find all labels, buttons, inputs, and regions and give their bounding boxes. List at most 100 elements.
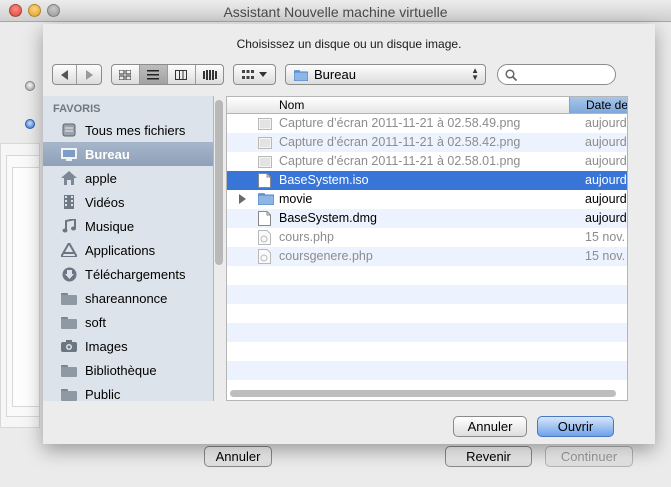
file-row[interactable]: Capture d’écran 2011-11-21 à 02.58.49.pn… [227, 114, 627, 133]
file-date: aujourd [585, 154, 627, 168]
search-field[interactable] [497, 64, 616, 85]
assistant-continue-button: Continuer [545, 446, 633, 467]
column-view-icon [175, 69, 187, 80]
column-header: Nom Date de [227, 97, 627, 114]
search-input[interactable] [520, 67, 610, 82]
empty-row [227, 342, 627, 361]
back-button[interactable] [53, 65, 77, 84]
location-label: Bureau [314, 67, 356, 82]
folder-icon [61, 290, 77, 306]
column-name-header[interactable]: Nom [279, 98, 304, 112]
sidebar-item-label: soft [85, 314, 106, 330]
file-row[interactable]: BaseSystem.iso aujourd [227, 171, 627, 190]
title-bar: Assistant Nouvelle machine virtuelle [0, 0, 671, 22]
sidebar-item-public[interactable]: Public [43, 382, 213, 401]
open-file-sheet: Choisissez un disque ou un disque image. [43, 24, 655, 444]
disk-stack-illustration [0, 143, 42, 443]
file-row[interactable]: Capture d’écran 2011-11-21 à 02.58.42.pn… [227, 133, 627, 152]
file-row[interactable]: BaseSystem.dmg aujourd [227, 209, 627, 228]
column-view-button[interactable] [168, 65, 196, 84]
file-row[interactable]: Capture d’écran 2011-11-21 à 02.58.01.pn… [227, 152, 627, 171]
location-popup[interactable]: Bureau ▲ ▼ [285, 64, 486, 85]
file-name: Capture d’écran 2011-11-21 à 02.58.01.pn… [279, 154, 521, 168]
sidebar-header: FAVORIS [53, 103, 101, 115]
forward-button[interactable] [77, 65, 101, 84]
sidebar-item-label: Bibliothèque [85, 362, 157, 378]
nav-buttons [52, 64, 102, 85]
assistant-option-radio[interactable] [25, 81, 35, 91]
assistant-back-button[interactable]: Revenir [445, 446, 532, 467]
empty-row [227, 285, 627, 304]
open-button[interactable]: Ouvrir [537, 416, 614, 437]
folder-icon [61, 386, 77, 401]
cover-flow-button[interactable] [196, 65, 224, 84]
sidebar-item-musique[interactable]: Musique [43, 214, 213, 238]
sidebar-scrollbar[interactable] [215, 100, 223, 265]
document-file-icon [258, 211, 272, 226]
sidebar-item-vid-os[interactable]: Vidéos [43, 190, 213, 214]
file-name: BaseSystem.dmg [279, 211, 377, 225]
desktop-icon [61, 146, 77, 162]
sidebar-item-bureau[interactable]: Bureau [43, 142, 213, 166]
horizontal-scrollbar[interactable] [230, 390, 616, 397]
image-file-icon [258, 116, 272, 131]
assistant-option-radio-selected[interactable] [25, 119, 35, 129]
image-file-icon [258, 135, 272, 150]
sidebar-item-label: Vidéos [85, 194, 125, 210]
sidebar: FAVORIS Tous mes fichiers Bureau apple Vidé… [43, 96, 214, 401]
file-date: aujourd [585, 211, 627, 225]
icon-view-button[interactable] [112, 65, 140, 84]
folder-icon [61, 362, 77, 378]
file-date: aujourd [585, 192, 627, 206]
list-view-button[interactable] [139, 65, 168, 84]
sidebar-item-label: Bureau [85, 146, 130, 162]
sidebar-item-biblioth-que[interactable]: Bibliothèque [43, 358, 213, 382]
sidebar-item-label: shareannonce [85, 290, 168, 306]
file-name: BaseSystem.iso [279, 173, 369, 187]
folder-icon [294, 69, 308, 81]
sidebar-item-soft[interactable]: soft [43, 310, 213, 334]
file-date: 15 nov. [585, 230, 626, 244]
sidebar-item-label: Images [85, 338, 128, 354]
camera-icon [61, 338, 77, 354]
sidebar-item-images[interactable]: Images [43, 334, 213, 358]
file-date: aujourd [585, 173, 627, 187]
music-icon [61, 218, 77, 234]
back-arrow-icon [60, 69, 68, 80]
sidebar-item-label: Musique [85, 218, 135, 234]
file-name: coursgenere.php [279, 249, 373, 263]
file-name: Capture d’écran 2011-11-21 à 02.58.49.pn… [279, 116, 521, 130]
sidebar-item-shareannonce[interactable]: shareannonce [43, 286, 213, 310]
all-files-icon [61, 122, 77, 138]
chevron-down-icon [259, 71, 267, 77]
dialog-cancel-button[interactable]: Annuler [453, 416, 527, 437]
file-row[interactable]: coursgenere.php 15 nov. [227, 247, 627, 266]
disclosure-triangle-icon[interactable] [239, 194, 246, 204]
sidebar-item-t-l-chargements[interactable]: Téléchargements [43, 262, 213, 286]
sidebar-item-label: Tous mes fichiers [85, 122, 186, 138]
sidebar-item-tous-mes-fichiers[interactable]: Tous mes fichiers [43, 118, 213, 142]
column-date-header[interactable]: Date de [569, 97, 627, 113]
file-date: 15 nov. [585, 249, 626, 263]
assistant-cancel-button[interactable]: Annuler [204, 446, 272, 467]
script-file-icon [258, 249, 272, 264]
file-row[interactable]: movie aujourd [227, 190, 627, 209]
sidebar-item-applications[interactable]: Applications [43, 238, 213, 262]
applications-icon [61, 242, 77, 258]
view-mode-control [111, 64, 224, 85]
movies-icon [61, 194, 77, 210]
file-date: aujourd [585, 116, 627, 130]
file-name: Capture d’écran 2011-11-21 à 02.58.42.pn… [279, 135, 521, 149]
arrange-menu-button[interactable] [233, 64, 276, 85]
forward-arrow-icon [86, 69, 93, 80]
folder-file-icon [257, 192, 275, 207]
sidebar-item-label: Applications [85, 242, 156, 258]
file-row[interactable]: cours.php 15 nov. [227, 228, 627, 247]
image-file-icon [258, 154, 272, 169]
search-icon [505, 69, 517, 81]
sidebar-item-label: Public [85, 386, 121, 402]
home-icon [61, 170, 77, 186]
sidebar-item-label: Téléchargements [85, 266, 186, 282]
file-date: aujourd [585, 135, 627, 149]
sidebar-item-apple[interactable]: apple [43, 166, 213, 190]
